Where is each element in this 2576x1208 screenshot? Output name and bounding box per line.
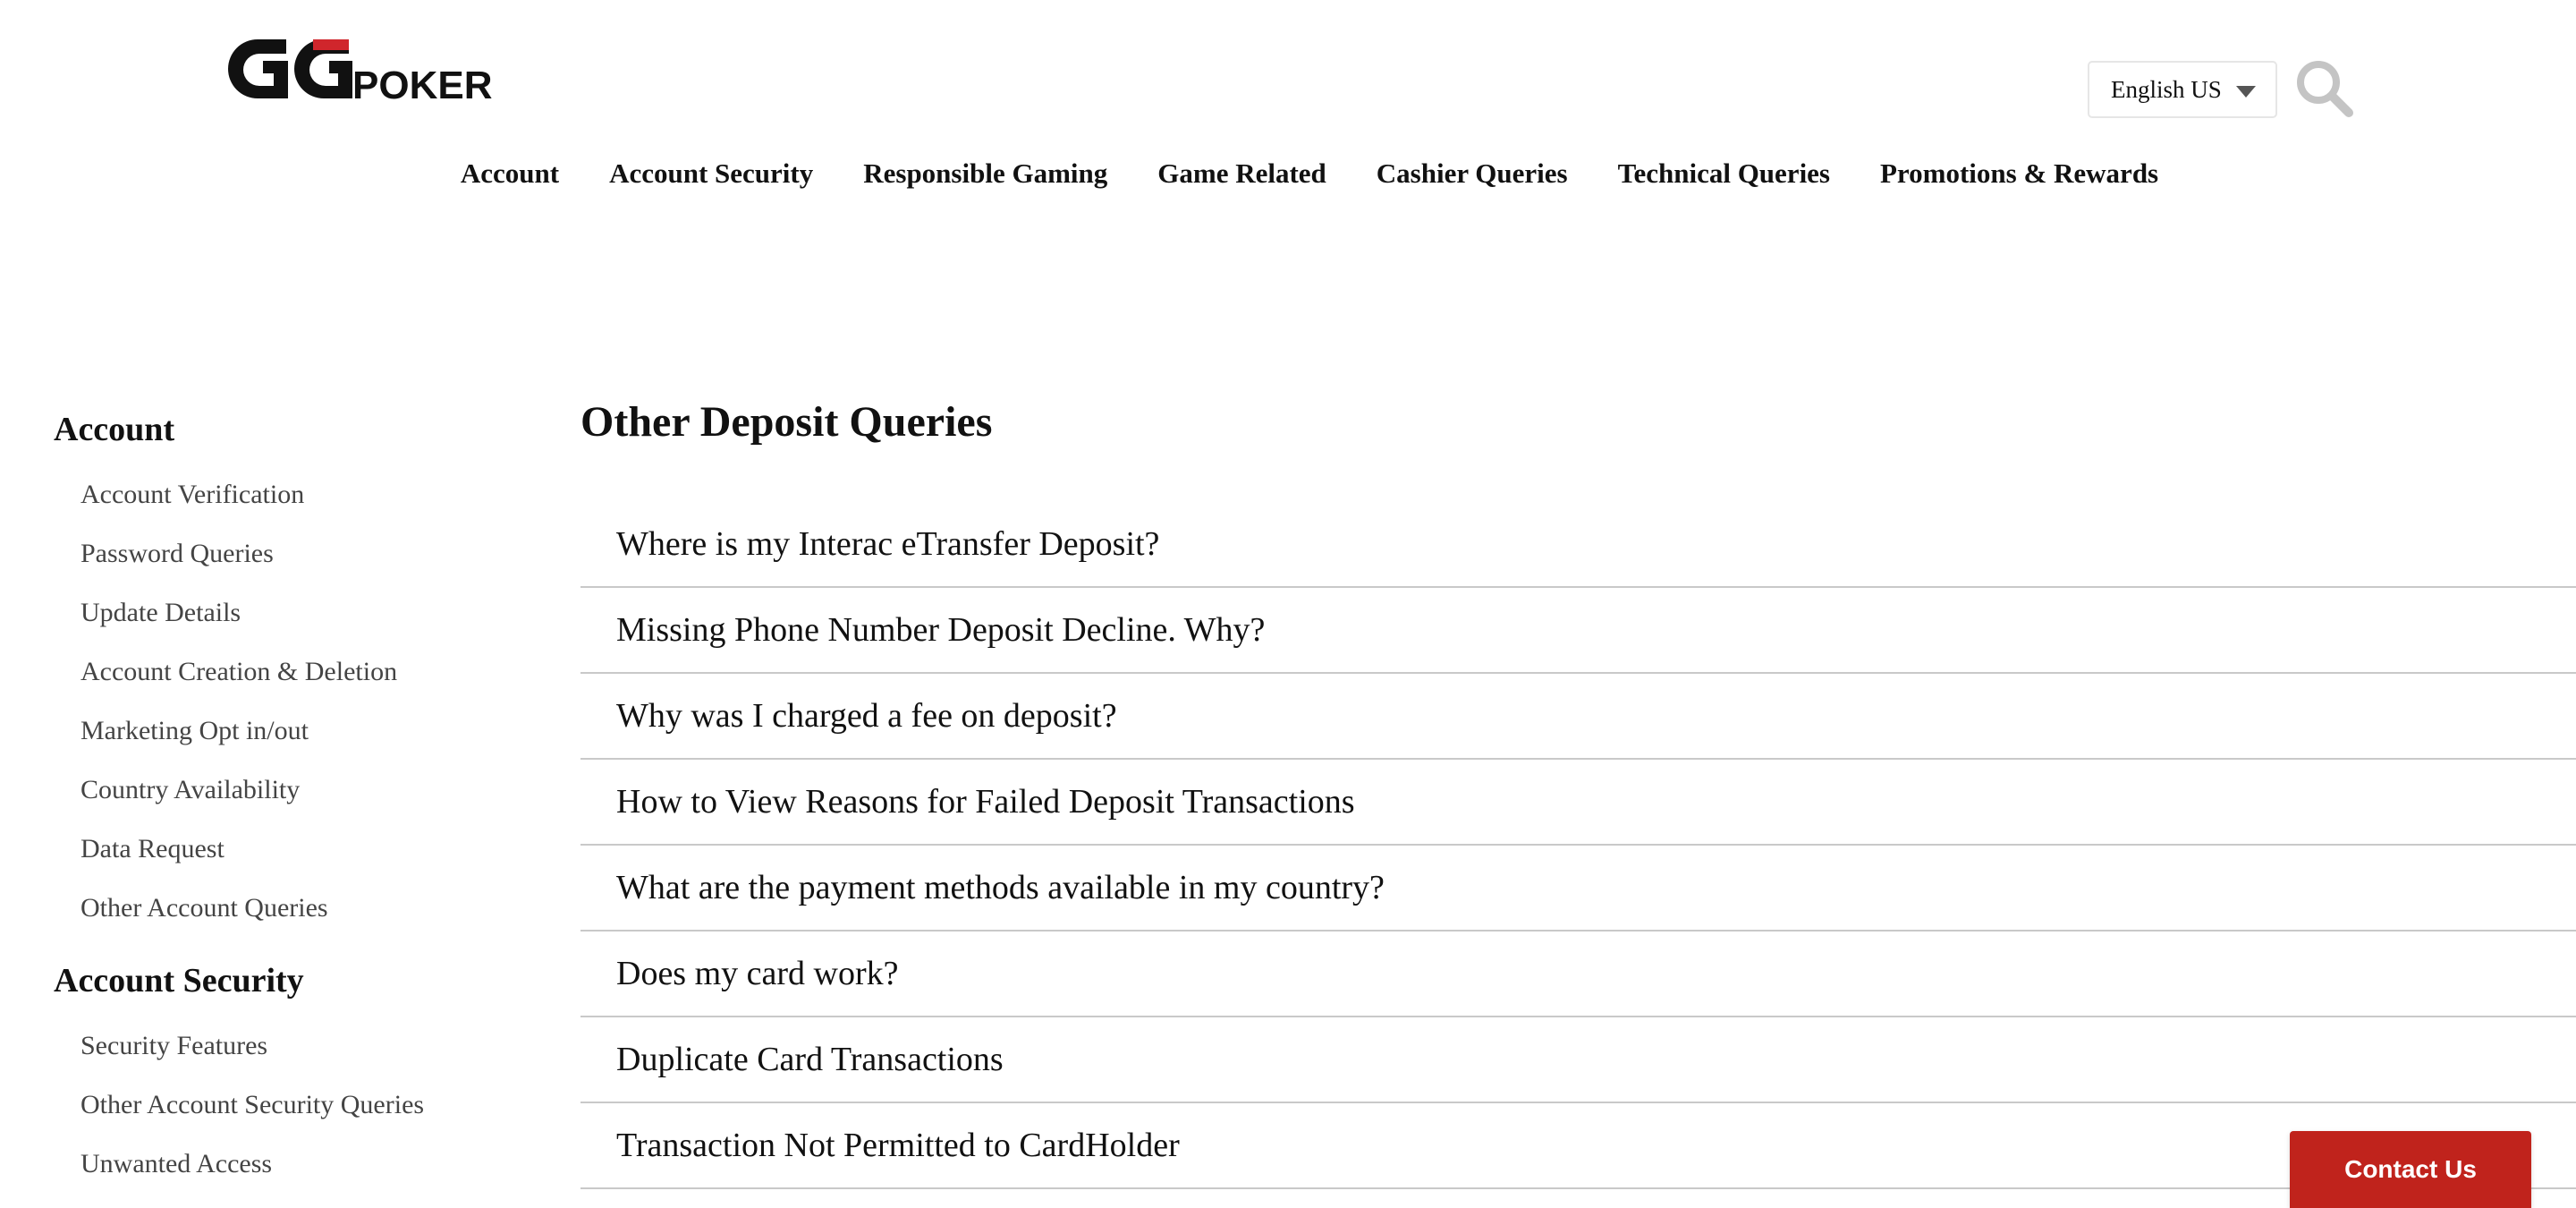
ggpoker-logo[interactable]: POKER bbox=[227, 34, 528, 107]
sidebar-item-account-creation-deletion[interactable]: Account Creation & Deletion bbox=[54, 642, 519, 702]
faq-item[interactable]: How to View Reasons for Failed Deposit T… bbox=[580, 760, 2576, 846]
search-button[interactable] bbox=[2295, 59, 2354, 118]
sidebar-item-other-account-queries[interactable]: Other Account Queries bbox=[54, 879, 519, 938]
nav-cashier-queries[interactable]: Cashier Queries bbox=[1377, 157, 1568, 190]
nav-account-security[interactable]: Account Security bbox=[609, 157, 813, 190]
sidebar-item-country-availability[interactable]: Country Availability bbox=[54, 761, 519, 820]
faq-item[interactable]: Duplicate Card Transactions bbox=[580, 1017, 2576, 1103]
nav-promotions-rewards[interactable]: Promotions & Rewards bbox=[1880, 157, 2158, 190]
nav-responsible-gaming[interactable]: Responsible Gaming bbox=[863, 157, 1107, 190]
sidebar-heading-account[interactable]: Account bbox=[54, 406, 519, 453]
page-title: Other Deposit Queries bbox=[580, 398, 993, 446]
ggpoker-logo-graphic: POKER bbox=[228, 39, 492, 107]
nav-technical-queries[interactable]: Technical Queries bbox=[1618, 157, 1830, 190]
faq-list: Where is my Interac eTransfer Deposit? M… bbox=[580, 502, 2576, 1189]
language-select-value: English US bbox=[2111, 75, 2222, 103]
faq-item[interactable]: Where is my Interac eTransfer Deposit? bbox=[580, 502, 2576, 588]
nav-game-related[interactable]: Game Related bbox=[1157, 157, 1326, 190]
help-center-page: POKER English US Account Account Securit… bbox=[0, 0, 2576, 1208]
sidebar-list-account-security: Security Features Other Account Security… bbox=[54, 1017, 519, 1194]
sidebar-list-account: Account Verification Password Queries Up… bbox=[54, 465, 519, 938]
sidebar-item-password-queries[interactable]: Password Queries bbox=[54, 524, 519, 583]
sidebar-item-unwanted-access[interactable]: Unwanted Access bbox=[54, 1135, 519, 1194]
sidebar-item-security-features[interactable]: Security Features bbox=[54, 1017, 519, 1076]
sidebar-item-data-request[interactable]: Data Request bbox=[54, 820, 519, 879]
faq-list-container: Where is my Interac eTransfer Deposit? M… bbox=[580, 502, 2576, 1189]
faq-item[interactable]: Why was I charged a fee on deposit? bbox=[580, 674, 2576, 760]
sidebar-item-account-verification[interactable]: Account Verification bbox=[54, 465, 519, 524]
sidebar-item-other-security-queries[interactable]: Other Account Security Queries bbox=[54, 1076, 519, 1135]
sidebar-item-marketing-opt[interactable]: Marketing Opt in/out bbox=[54, 702, 519, 761]
sidebar-heading-account-security[interactable]: Account Security bbox=[54, 957, 519, 1004]
faq-item[interactable]: Transaction Not Permitted to CardHolder bbox=[580, 1103, 2576, 1189]
logo-wordmark: POKER bbox=[352, 64, 492, 104]
top-navigation: Account Account Security Responsible Gam… bbox=[0, 157, 2576, 190]
chevron-down-icon bbox=[2236, 86, 2256, 98]
contact-us-button[interactable]: Contact Us bbox=[2290, 1131, 2531, 1208]
search-icon bbox=[2297, 61, 2353, 117]
faq-item[interactable]: Missing Phone Number Deposit Decline. Wh… bbox=[580, 588, 2576, 674]
sidebar: Account Account Verification Password Qu… bbox=[54, 406, 519, 1208]
faq-item[interactable]: What are the payment methods available i… bbox=[580, 846, 2576, 932]
language-select[interactable]: English US bbox=[2088, 61, 2277, 118]
nav-account[interactable]: Account bbox=[461, 157, 559, 190]
faq-item[interactable]: Does my card work? bbox=[580, 932, 2576, 1017]
sidebar-item-update-details[interactable]: Update Details bbox=[54, 583, 519, 642]
main-content: Other Deposit Queries bbox=[580, 394, 2576, 451]
